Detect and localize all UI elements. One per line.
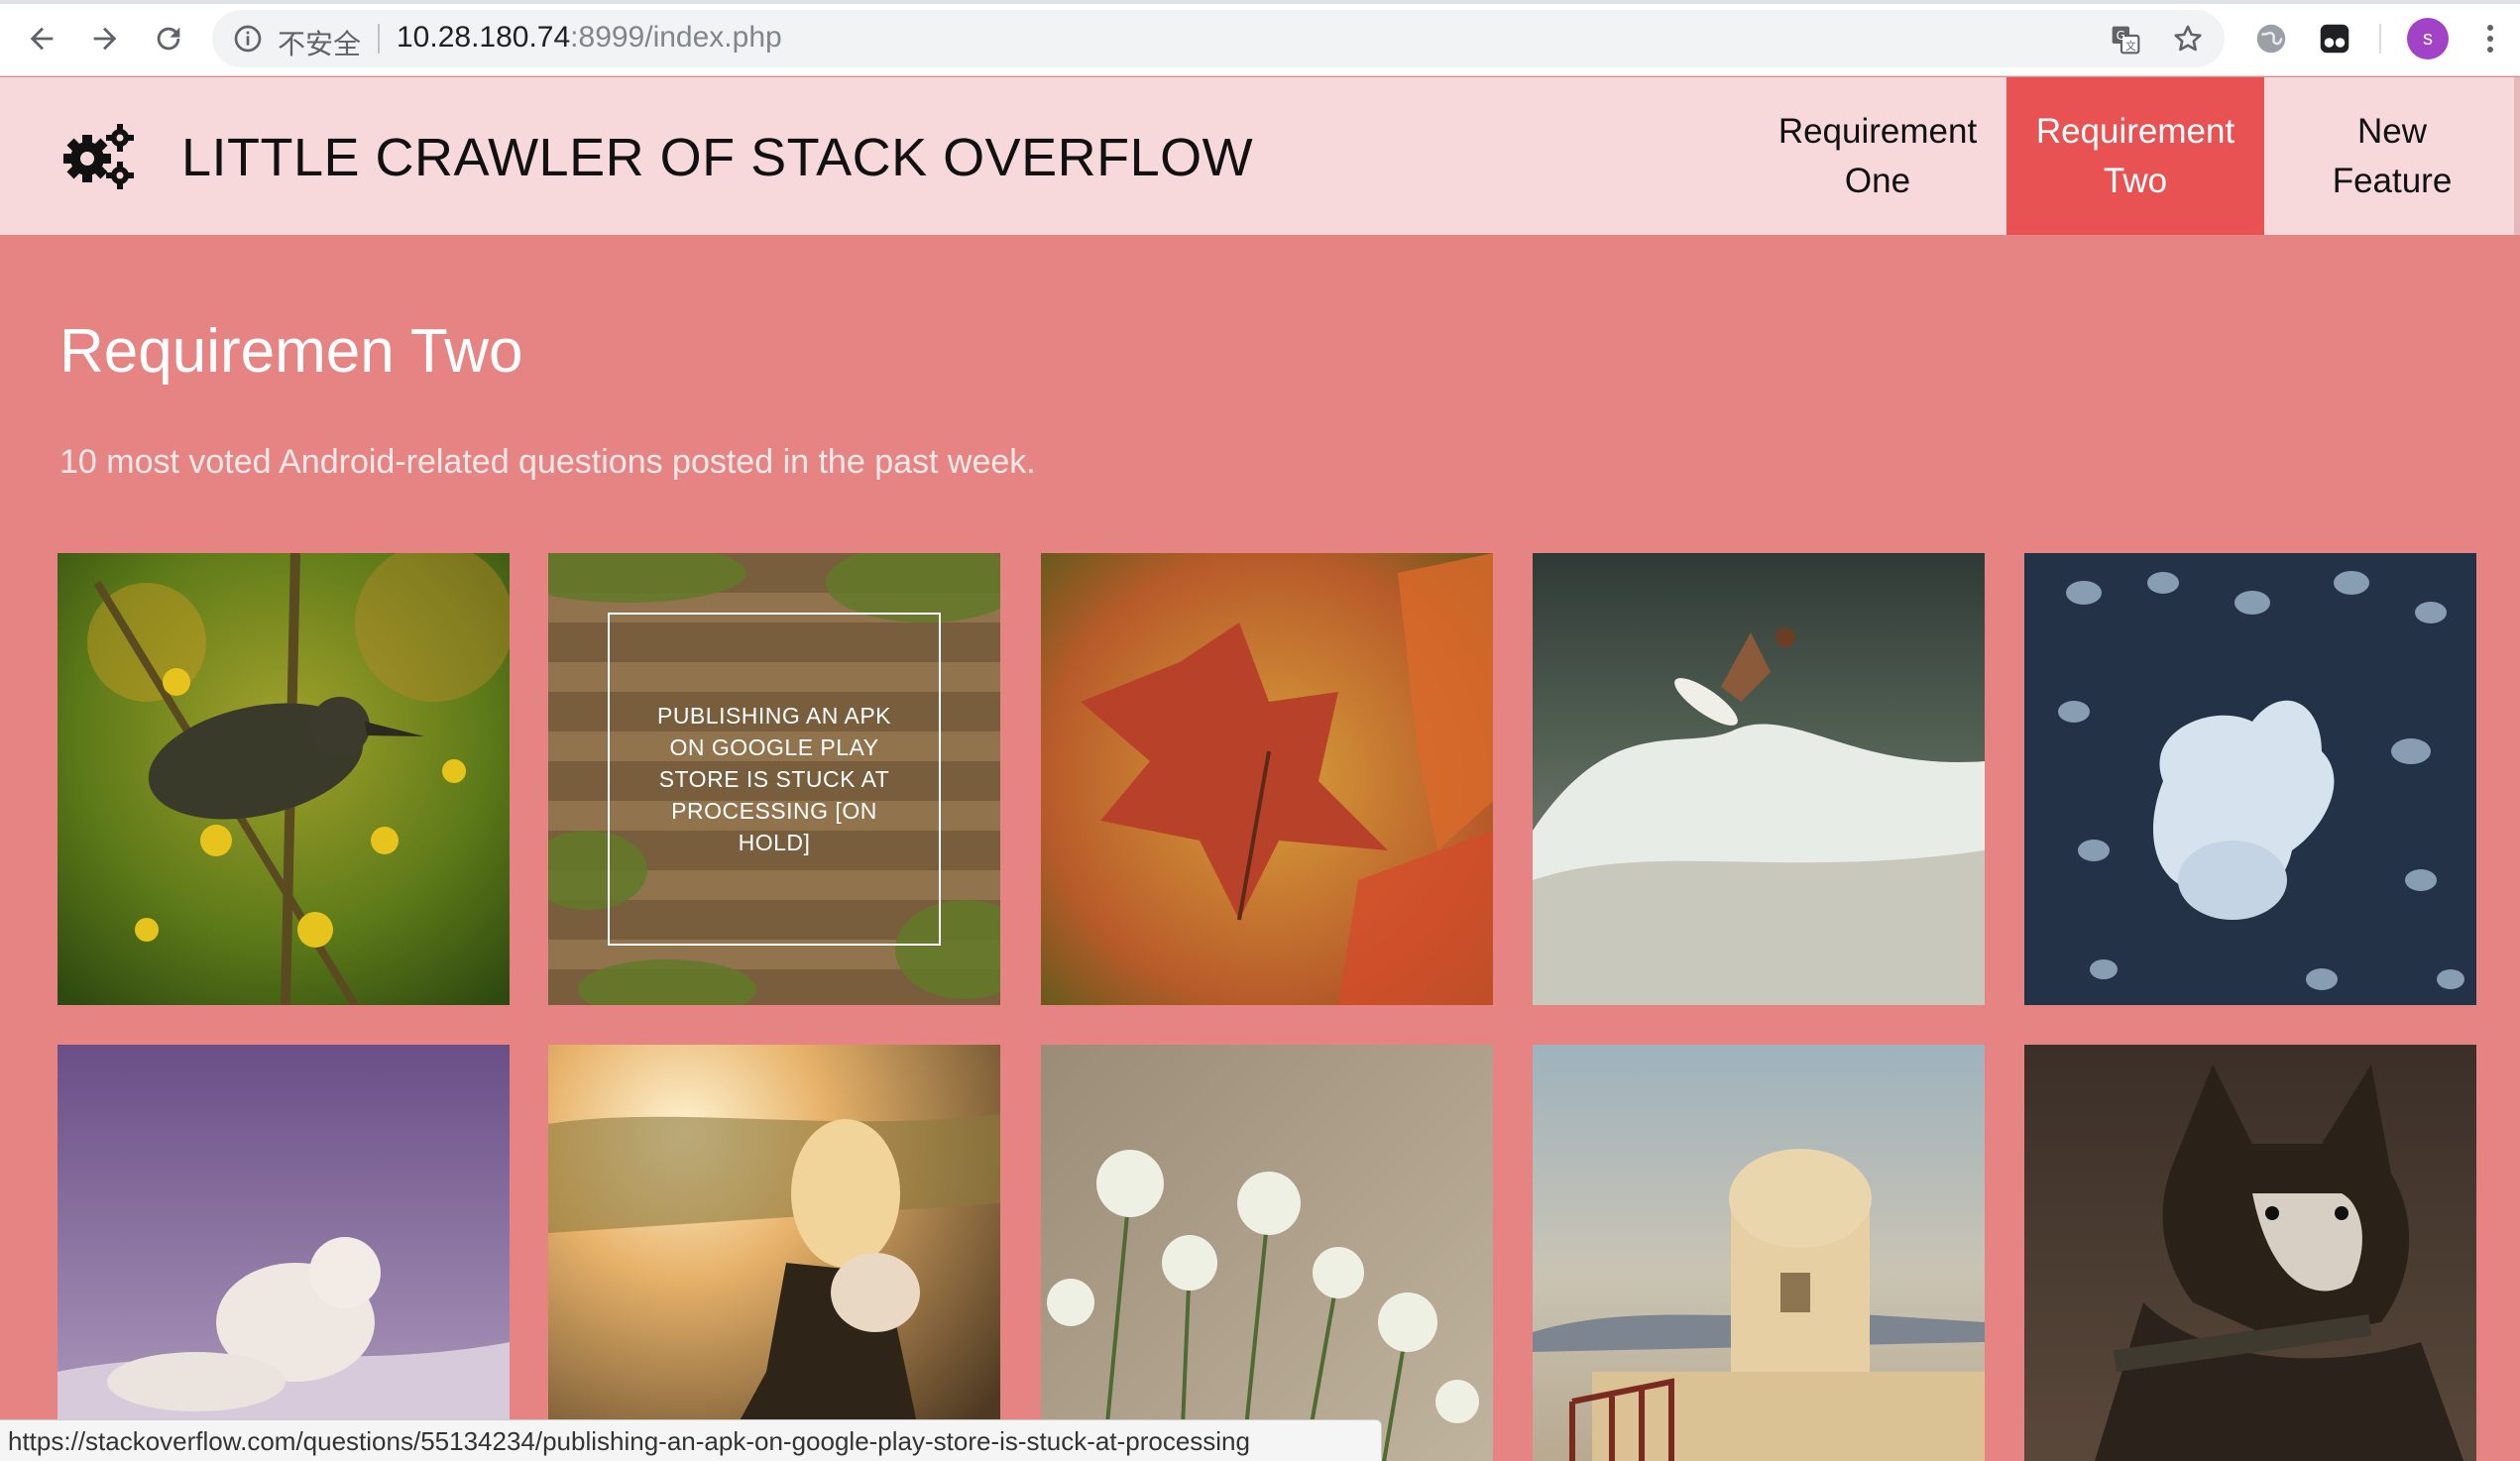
url-host: 10.28.180.74 (397, 21, 571, 54)
extension-tampermonkey-icon[interactable] (2316, 20, 2353, 57)
page-subtitle: 10 most voted Android-related questions … (59, 443, 1036, 481)
page-title: Requiremen Two (59, 317, 523, 386)
question-tile[interactable]: PUBLISHING AN APK ON GOOGLE PLAY STORE I… (548, 553, 1000, 1005)
site-header: LITTLE CRAWLER OF STACK OVERFLOW Require… (0, 77, 2520, 235)
nav-requirement-one[interactable]: Requirement One (1749, 77, 2006, 235)
tile-overlay-frame[interactable]: PUBLISHING AN APK ON GOOGLE PLAY STORE I… (608, 613, 941, 946)
question-tile[interactable] (57, 1045, 510, 1461)
reload-icon (157, 27, 180, 51)
sunset-woman-image (548, 1045, 1000, 1461)
info-icon[interactable] (232, 23, 264, 55)
husky-image (2024, 1045, 2476, 1461)
toolbar-divider (2379, 24, 2381, 54)
white-flowers-image (1041, 1045, 1493, 1461)
gears-icon (63, 124, 134, 189)
translate-icon[interactable]: G文 (2110, 24, 2141, 56)
main-content: Requiremen Two 10 most voted Android-rel… (0, 235, 2520, 1461)
bookmark-star-icon[interactable] (2171, 22, 2205, 56)
back-arrow-icon (30, 27, 54, 51)
question-tile[interactable] (57, 553, 510, 1005)
tab-strip-edge (0, 0, 2520, 4)
svg-text:G: G (2117, 29, 2125, 43)
status-bar-url: https://stackoverflow.com/questions/5513… (0, 1419, 1382, 1461)
question-tile[interactable] (1041, 1045, 1493, 1461)
security-label[interactable]: 不安全 (278, 23, 361, 62)
address-bar[interactable]: 不安全 10.28.180.74:8999/index.php G文 (212, 10, 2225, 67)
question-tile[interactable] (2024, 553, 2476, 1005)
nav-new-feature[interactable]: New Feature (2264, 77, 2520, 235)
forward-button[interactable] (83, 17, 127, 60)
question-tile[interactable] (548, 1045, 1000, 1461)
reload-button[interactable] (147, 17, 190, 60)
question-tile[interactable] (1533, 553, 1985, 1005)
omnibox-divider (378, 24, 380, 54)
back-button[interactable] (20, 17, 63, 60)
svg-text:文: 文 (2125, 40, 2136, 53)
question-tile[interactable] (1533, 1045, 1985, 1461)
extension-globe-icon[interactable] (2252, 20, 2290, 57)
leaf-image (1041, 553, 1493, 1005)
bird-image (57, 553, 510, 1005)
question-tile[interactable] (2024, 1045, 2476, 1461)
site-title[interactable]: LITTLE CRAWLER OF STACK OVERFLOW (181, 127, 1253, 188)
profile-avatar[interactable]: s (2407, 18, 2449, 59)
forward-arrow-icon (93, 27, 117, 51)
browser-menu-icon[interactable] (2478, 17, 2502, 60)
surfer-image (1533, 553, 1985, 1005)
main-nav: Requirement One Requirement Two New Feat… (1749, 77, 2520, 235)
browser-toolbar: 不安全 10.28.180.74:8999/index.php G文 s (0, 0, 2520, 76)
jellyfish-image (2024, 553, 2476, 1005)
url-text[interactable]: 10.28.180.74:8999/index.php (397, 21, 782, 55)
question-tile[interactable] (1041, 553, 1493, 1005)
arctic-fox-image (57, 1045, 510, 1461)
tower-image (1533, 1045, 1985, 1461)
nav-requirement-two[interactable]: Requirement Two (2006, 77, 2264, 235)
question-title[interactable]: PUBLISHING AN APK ON GOOGLE PLAY STORE I… (639, 700, 909, 858)
url-path: :8999/index.php (570, 21, 782, 54)
